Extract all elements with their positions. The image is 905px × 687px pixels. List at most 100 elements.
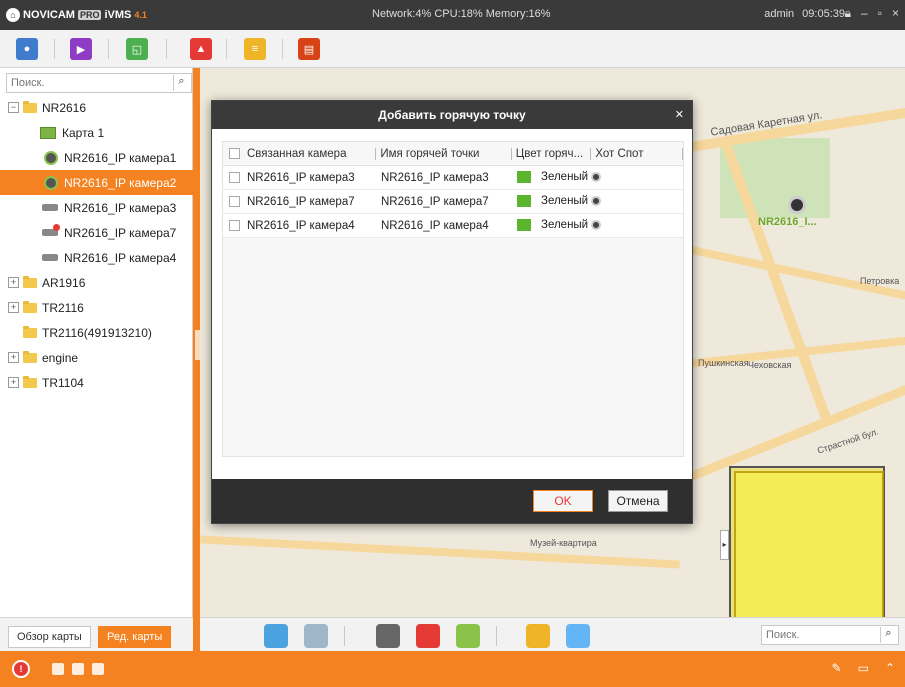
- device-manager-icon[interactable]: ▤: [298, 38, 320, 60]
- tree-node-camera1[interactable]: NR2616_IP камера1: [0, 145, 193, 170]
- table-row[interactable]: NR2616_IP камера7 NR2616_IP камера7 Зеле…: [223, 190, 683, 214]
- live-view-icon[interactable]: ●: [16, 38, 38, 60]
- delete-map-icon[interactable]: [304, 624, 328, 648]
- playback-icon[interactable]: ▶: [70, 38, 92, 60]
- camera-icon: [44, 175, 58, 190]
- minimap-toggle-button[interactable]: ▸: [720, 530, 729, 560]
- tree-node-ar1916[interactable]: + AR1916: [0, 270, 193, 295]
- hotspot-name-cell[interactable]: NR2616_IP камера7: [377, 196, 513, 208]
- event-clear-icon[interactable]: [92, 663, 104, 675]
- camera-icon: [44, 150, 58, 165]
- hotspot-color-cell[interactable]: Зеленый: [513, 195, 602, 208]
- camera-hotspot-icon[interactable]: [591, 172, 602, 183]
- brand-pro: PRO: [77, 10, 102, 20]
- col-linked-camera[interactable]: Связанная камера: [223, 142, 377, 166]
- table-row[interactable]: NR2616_IP камера4 NR2616_IP камера4 Зеле…: [223, 214, 683, 238]
- folder-icon: [23, 350, 37, 363]
- tree-node-tr1104[interactable]: + TR1104: [0, 370, 193, 395]
- tree-search-input[interactable]: [7, 74, 167, 92]
- green-swatch-icon: [517, 195, 531, 208]
- tree-node-map1[interactable]: Карта 1: [0, 120, 193, 145]
- log-icon[interactable]: ≡: [244, 38, 266, 60]
- lock-icon[interactable]: 🔒︎: [845, 6, 851, 21]
- tree-node-engine[interactable]: + engine: [0, 345, 193, 370]
- alarm-sound-icon[interactable]: [52, 663, 64, 675]
- tree-node-camera7[interactable]: NR2616_IP камера7: [0, 220, 193, 245]
- cpu-usage: CPU:18%: [434, 8, 483, 20]
- minimap-viewport[interactable]: [734, 471, 884, 621]
- hotspot-name-cell[interactable]: NR2616_IP камера4: [377, 220, 513, 232]
- folder-icon: [23, 300, 37, 313]
- expand-icon[interactable]: +: [8, 302, 19, 313]
- map-mode-tabs: Обзор карты Ред. карты: [0, 617, 193, 651]
- product-name: iVMS: [104, 9, 132, 21]
- tab-map-edit[interactable]: Ред. карты: [98, 626, 172, 648]
- tree-node-tr2116[interactable]: + TR2116: [0, 295, 193, 320]
- eraser-icon[interactable]: [566, 624, 590, 648]
- map-street-label: Петровка: [860, 276, 900, 286]
- col-hotspot[interactable]: Хот Спот: [591, 142, 683, 166]
- pencil-icon[interactable]: [526, 624, 550, 648]
- map-road: [671, 242, 905, 302]
- home-icon[interactable]: ⌂: [6, 8, 20, 22]
- camera-hotspot-icon[interactable]: [591, 220, 602, 231]
- system-info: Network:4% CPU:18% Memory:16%: [372, 8, 551, 20]
- collapse-up-icon[interactable]: ⌃: [885, 661, 895, 675]
- search-icon[interactable]: ⌕: [173, 75, 189, 91]
- camera-hotspot-icon[interactable]: [591, 196, 602, 207]
- collapse-icon[interactable]: −: [8, 102, 19, 113]
- col-hotspot-color[interactable]: Цвет горяч...: [512, 142, 592, 166]
- col-hotspot-name[interactable]: Имя горячей точки: [376, 142, 512, 166]
- search-icon[interactable]: ⌕: [880, 627, 896, 643]
- main-toolbar: ● ▶ ◱ ▲ ≡ ▤: [0, 30, 905, 68]
- dialog-close-icon[interactable]: ✕: [675, 101, 684, 129]
- pin-icon[interactable]: ✎: [832, 661, 842, 675]
- map-edit-toolbar: ⌕: [200, 617, 905, 651]
- row-checkbox[interactable]: [229, 195, 240, 207]
- maximize-button[interactable]: ▫: [878, 6, 882, 21]
- product-version: 4.1: [134, 10, 147, 20]
- expand-icon[interactable]: +: [8, 352, 19, 363]
- tree-node-nr2616[interactable]: − NR2616: [0, 95, 193, 120]
- event-icon[interactable]: ▲: [190, 38, 212, 60]
- table-header: Связанная камера Имя горячей точки Цвет …: [223, 142, 683, 166]
- window-controls: 🔒︎ – ▫ ×: [845, 6, 899, 21]
- hotspot-color-cell[interactable]: Зеленый: [513, 219, 602, 232]
- map-search: ⌕: [761, 625, 899, 645]
- green-swatch-icon: [517, 171, 531, 184]
- hotspot-camera-icon[interactable]: [788, 196, 806, 214]
- expand-icon[interactable]: +: [8, 277, 19, 288]
- add-alarm-input-icon[interactable]: [416, 624, 440, 648]
- ok-button[interactable]: OK: [533, 490, 593, 512]
- minimize-button[interactable]: –: [861, 6, 868, 21]
- tree-node-camera2[interactable]: NR2616_IP камера2: [0, 170, 193, 195]
- emap-icon[interactable]: ◱: [126, 38, 148, 60]
- edit-map-icon[interactable]: [264, 624, 288, 648]
- device-tree-panel: ⌕ −NR2616 Карта 1 NR2616_IP камера1 NR26…: [0, 68, 193, 651]
- dialog-title: Добавить горячую точку: [378, 108, 526, 122]
- row-checkbox[interactable]: [229, 171, 240, 183]
- clock: 09:05:39: [802, 8, 845, 20]
- hotspot-name-cell[interactable]: NR2616_IP камера3: [377, 172, 513, 184]
- tab-map-overview[interactable]: Обзор карты: [8, 626, 91, 648]
- window-icon[interactable]: ▭: [858, 661, 869, 675]
- alarm-icon[interactable]: !: [12, 660, 30, 678]
- minimap[interactable]: [729, 466, 885, 622]
- expand-icon[interactable]: +: [8, 377, 19, 388]
- map-search-input[interactable]: [762, 626, 872, 644]
- select-all-checkbox[interactable]: [229, 147, 240, 159]
- hotspot-color-cell[interactable]: Зеленый: [513, 171, 602, 184]
- alarm-list-icon[interactable]: [72, 663, 84, 675]
- cancel-button[interactable]: Отмена: [608, 490, 668, 512]
- map-metro-label: Пушкинская: [698, 358, 749, 368]
- tree-node-camera3[interactable]: NR2616_IP камера3: [0, 195, 193, 220]
- bullet-camera-icon: [42, 254, 58, 261]
- close-button[interactable]: ×: [892, 6, 899, 21]
- row-checkbox[interactable]: [229, 219, 240, 231]
- tree-node-camera4[interactable]: NR2616_IP камера4: [0, 245, 193, 270]
- add-hot-region-icon[interactable]: [456, 624, 480, 648]
- table-row[interactable]: NR2616_IP камера3 NR2616_IP камера3 Зеле…: [223, 166, 683, 190]
- add-hotspot-icon[interactable]: [376, 624, 400, 648]
- add-hotspot-dialog: Добавить горячую точку ✕ Связанная камер…: [211, 100, 693, 524]
- tree-node-tr2116-491913210[interactable]: TR2116(491913210): [0, 320, 193, 345]
